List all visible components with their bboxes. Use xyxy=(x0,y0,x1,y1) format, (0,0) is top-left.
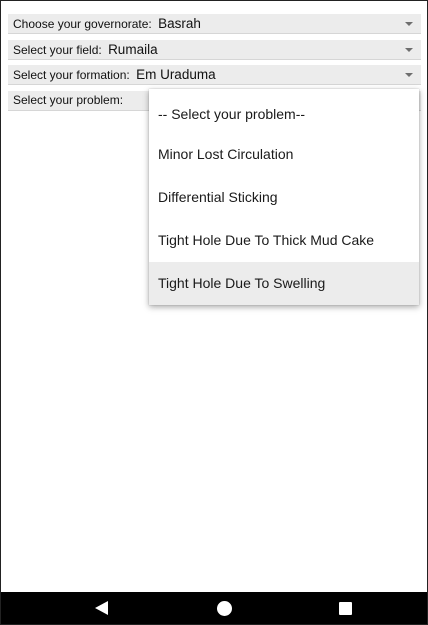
problem-option-placeholder[interactable]: -- Select your problem-- xyxy=(149,89,419,133)
governorate-label: Choose your governorate: xyxy=(13,17,152,31)
formation-spinner[interactable]: Select your formation: Em Uraduma xyxy=(8,65,421,85)
field-label: Select your field: xyxy=(13,43,102,57)
field-value: Rumaila xyxy=(108,42,158,57)
dropdown-arrow-icon xyxy=(405,22,413,26)
back-icon[interactable] xyxy=(95,601,108,615)
problem-option-differential-sticking[interactable]: Differential Sticking xyxy=(149,176,419,219)
app-screen: Choose your governorate: Basrah Select y… xyxy=(0,0,428,625)
recents-icon[interactable] xyxy=(339,602,352,615)
problem-option-minor-lost-circulation[interactable]: Minor Lost Circulation xyxy=(149,133,419,176)
problem-dropdown-menu: -- Select your problem-- Minor Lost Circ… xyxy=(149,89,419,305)
problem-option-tight-hole-swelling[interactable]: Tight Hole Due To Swelling xyxy=(149,262,419,305)
governorate-spinner[interactable]: Choose your governorate: Basrah xyxy=(8,14,421,34)
dropdown-arrow-icon xyxy=(405,48,413,52)
home-icon[interactable] xyxy=(217,601,232,616)
dropdown-arrow-icon xyxy=(405,73,413,77)
problem-label: Select your problem: xyxy=(13,93,124,107)
governorate-value: Basrah xyxy=(158,16,201,31)
formation-value: Em Uraduma xyxy=(136,67,216,82)
problem-option-tight-hole-thick-mud-cake[interactable]: Tight Hole Due To Thick Mud Cake xyxy=(149,219,419,262)
navigation-bar xyxy=(1,592,427,624)
field-spinner[interactable]: Select your field: Rumaila xyxy=(8,40,421,60)
formation-label: Select your formation: xyxy=(13,68,130,82)
